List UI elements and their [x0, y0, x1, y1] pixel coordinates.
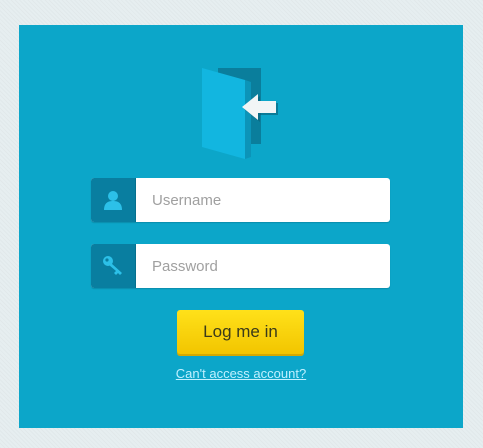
key-icon	[103, 256, 122, 275]
page-background: Log me in Can't access account?	[0, 0, 483, 448]
username-icon-box	[91, 178, 136, 222]
username-field	[91, 178, 390, 222]
username-input[interactable]	[136, 178, 386, 222]
password-field	[91, 244, 390, 288]
password-input[interactable]	[136, 244, 386, 288]
forgot-account-link[interactable]: Can't access account?	[19, 366, 463, 381]
login-button[interactable]: Log me in	[177, 310, 304, 354]
login-panel: Log me in Can't access account?	[19, 25, 463, 428]
door-enter-icon	[202, 68, 278, 159]
password-icon-box	[91, 244, 136, 288]
user-icon	[104, 191, 122, 210]
